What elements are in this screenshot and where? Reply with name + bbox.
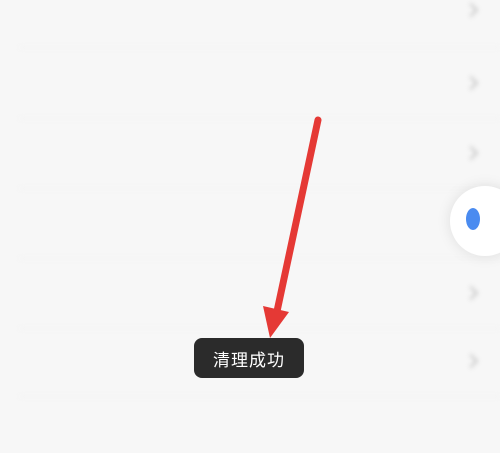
- chevron-right-icon: [463, 145, 479, 161]
- settings-row-4[interactable]: [0, 188, 500, 258]
- settings-row-7[interactable]: [0, 396, 500, 453]
- settings-row-3[interactable]: [0, 118, 500, 188]
- chevron-right-icon: [463, 2, 479, 18]
- settings-row-5[interactable]: [0, 258, 500, 328]
- toast-message: 清理成功: [194, 338, 304, 378]
- settings-list: [0, 0, 500, 453]
- settings-row-value: [460, 353, 479, 369]
- chevron-right-icon: [463, 353, 479, 369]
- settings-row-value: [460, 285, 479, 301]
- settings-row-1[interactable]: [0, 0, 500, 45]
- assistant-icon: [466, 208, 480, 230]
- settings-row-value: [460, 75, 479, 91]
- chevron-right-icon: [463, 285, 479, 301]
- settings-row-value: [460, 145, 479, 161]
- chevron-right-icon: [463, 75, 479, 91]
- settings-screen: 清理成功: [0, 0, 500, 453]
- settings-row-value: [460, 2, 479, 18]
- settings-row-2[interactable]: [0, 48, 500, 118]
